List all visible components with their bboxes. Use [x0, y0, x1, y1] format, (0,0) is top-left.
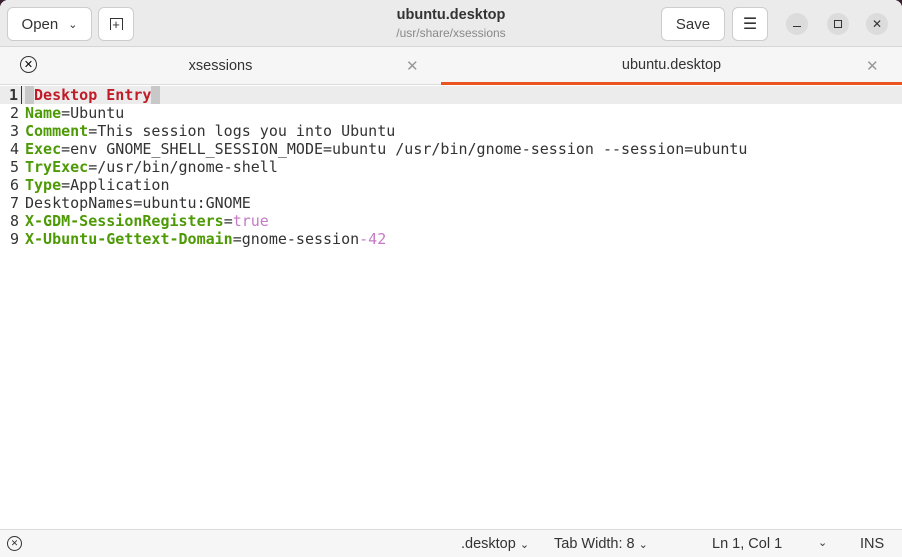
- code-line: 1 [Desktop Entry]: [0, 86, 902, 104]
- tab-xsessions[interactable]: xsessions: [0, 47, 441, 85]
- code-line: 3 Comment=This session logs you into Ubun…: [9, 122, 396, 140]
- close-icon: ✕: [871, 17, 883, 31]
- minimize-button[interactable]: [786, 13, 808, 35]
- code-line: 9 X-Ubuntu-Gettext-Domain=gnome-session-4…: [9, 230, 387, 248]
- chevron-down-icon: ⌄: [519, 539, 530, 551]
- text-editor[interactable]: 1 [Desktop Entry] 2 Name=Ubuntu 3 Comment=T…: [0, 86, 902, 529]
- code-line: 7 DesktopNames=ubuntu:GNOME: [9, 194, 251, 212]
- minimize-icon: [793, 26, 801, 27]
- chevron-down-icon[interactable]: ⌄: [818, 536, 827, 549]
- tab-width-selector[interactable]: Tab Width: 8 ⌄: [554, 536, 648, 552]
- close-icon[interactable]: ✕: [7, 536, 22, 551]
- code-line: 4 Exec=env GNOME_SHELL_SESSION_MODE=ubunt…: [9, 140, 748, 158]
- hamburger-icon: ☰: [742, 16, 758, 33]
- status-bar: ✕ .desktop ⌄ Tab Width: 8 ⌄ Ln 1, Col 1 …: [0, 529, 902, 557]
- language-selector[interactable]: .desktop ⌄: [461, 536, 529, 552]
- text-editor-window: Open ⌄ + ubuntu.desktop /usr/share/xsessi…: [0, 0, 902, 557]
- insert-mode[interactable]: INS: [860, 536, 884, 552]
- code-line: 6 Type=Application: [9, 176, 170, 194]
- tab-ubuntu-desktop[interactable]: ubuntu.desktop: [441, 47, 902, 85]
- cursor-position[interactable]: Ln 1, Col 1: [712, 536, 782, 552]
- save-button[interactable]: Save: [661, 7, 725, 41]
- code-line: 2 Name=Ubuntu: [9, 104, 125, 122]
- menu-button[interactable]: ☰: [732, 7, 768, 41]
- tab-close-icon[interactable]: ✕: [406, 57, 419, 75]
- code-line: 5 TryExec=/usr/bin/gnome-shell: [9, 158, 278, 176]
- maximize-button[interactable]: [827, 13, 849, 35]
- code-line: 8 X-GDM-SessionRegisters=true: [9, 212, 269, 230]
- chevron-down-icon: ⌄: [638, 539, 648, 551]
- close-button[interactable]: ✕: [866, 13, 888, 35]
- tab-close-icon[interactable]: ✕: [866, 57, 879, 75]
- header-bar: Open ⌄ + ubuntu.desktop /usr/share/xsessi…: [0, 0, 902, 47]
- tab-bar: ✕ xsessions ✕ ubuntu.desktop ✕: [0, 47, 902, 85]
- maximize-icon: [834, 20, 842, 28]
